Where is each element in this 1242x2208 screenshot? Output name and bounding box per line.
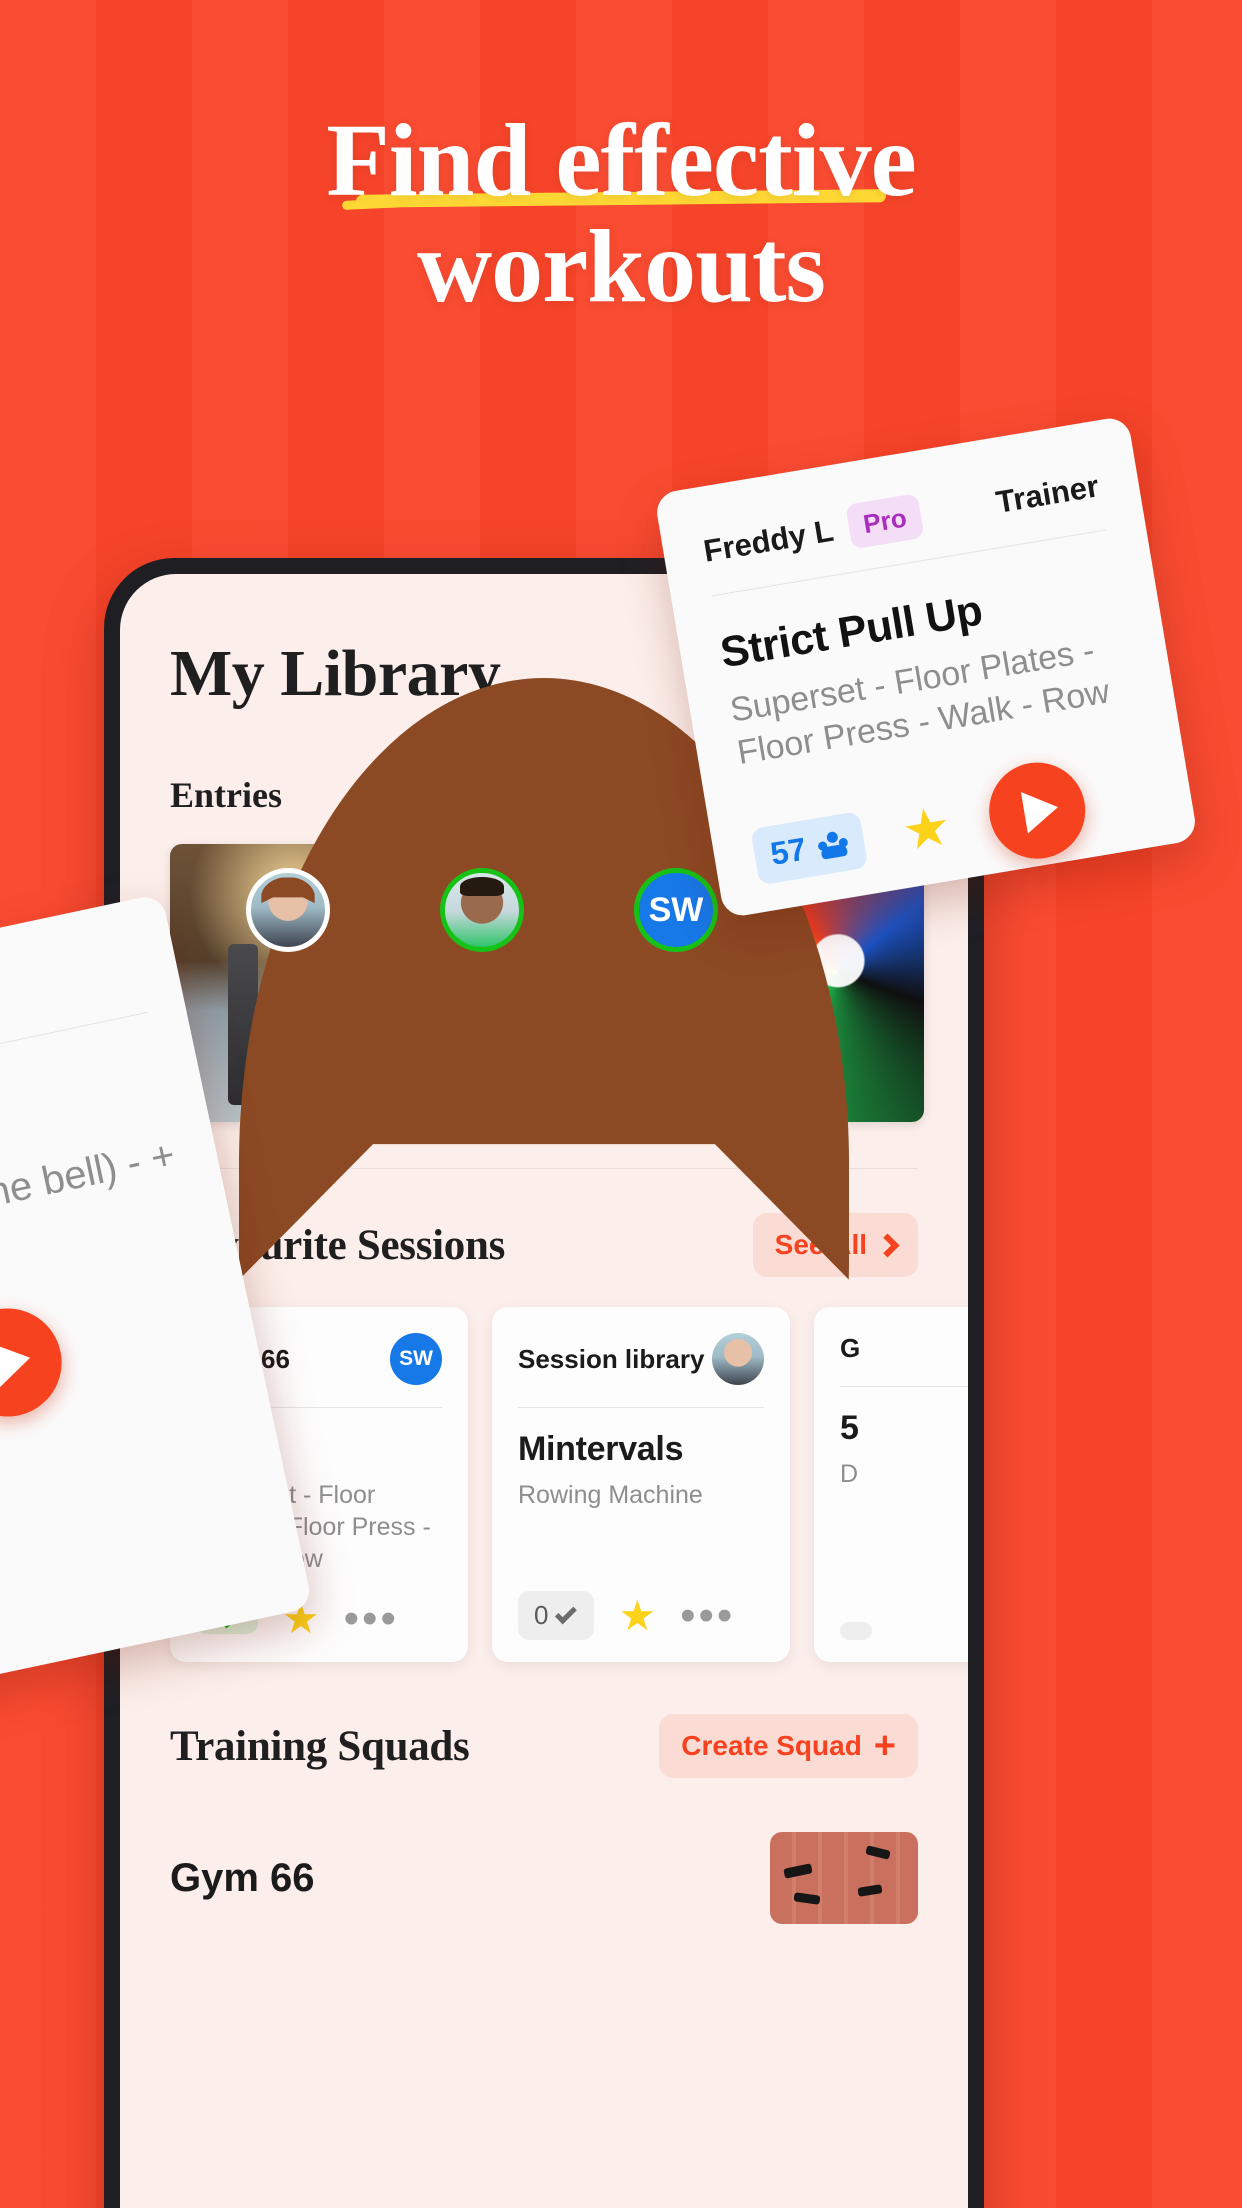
session-card[interactable]: Session library Mintervals Rowing Machin… — [492, 1307, 790, 1662]
participants-count: 57 — [767, 830, 809, 873]
session-owner: Session library — [518, 1343, 705, 1374]
card-divider — [840, 1386, 968, 1387]
hero-headline: Find effective workouts — [0, 107, 1242, 325]
check-icon — [555, 1602, 578, 1625]
poster-canvas: Find effective workouts My Library Entri… — [0, 0, 1242, 2208]
entry-avatar — [440, 868, 524, 952]
session-card[interactable]: G 5 D — [814, 1307, 968, 1662]
hero-headline-text-1: Find effective — [326, 103, 917, 218]
group-people-icon — [816, 829, 850, 860]
session-card-footer: 0 ★ ••• — [518, 1591, 764, 1640]
create-squad-button[interactable]: Create Squad + — [659, 1714, 918, 1778]
more-options-icon[interactable]: ••• — [344, 1597, 399, 1640]
play-icon — [0, 1334, 36, 1390]
floating-workout-card-trainer[interactable]: Freddy L Pro Trainer Strict Pull Up Supe… — [653, 415, 1199, 919]
left-card-owner: ym66 — [0, 942, 142, 1060]
session-title: 5 — [840, 1409, 859, 1447]
completed-count: 0 — [534, 1600, 549, 1630]
trainer-role-label: Trainer — [993, 467, 1102, 520]
play-workout-button[interactable] — [981, 755, 1093, 866]
left-card-footer: ★ — [0, 1266, 224, 1445]
session-owner: G — [840, 1333, 861, 1363]
plus-icon: + — [873, 1724, 896, 1767]
play-icon — [1020, 786, 1062, 834]
session-card-footer — [840, 1622, 968, 1640]
session-description: Rowing Machine — [518, 1481, 703, 1509]
completed-chip[interactable] — [840, 1622, 872, 1640]
squad-thumbnail — [770, 1832, 918, 1924]
favourite-star-icon[interactable]: ★ — [618, 1594, 656, 1637]
play-workout-button[interactable] — [0, 1298, 73, 1427]
squad-list-item[interactable]: Gym 66 — [170, 1832, 918, 1924]
pro-badge: Pro — [845, 493, 925, 550]
trainer-card-header: Freddy L Pro Trainer — [700, 463, 1102, 573]
session-owner-avatar — [712, 1333, 764, 1385]
participants-chip[interactable]: 57 — [750, 811, 868, 886]
entry-avatar-initials: SW — [634, 868, 718, 952]
training-squads-title: Training Squads — [170, 1722, 470, 1770]
card-divider — [518, 1407, 764, 1408]
session-title: Mintervals — [518, 1430, 684, 1468]
session-owner-avatar-initials: SW — [390, 1333, 442, 1385]
hero-headline-line-1: Find effective — [0, 107, 1242, 214]
create-squad-label: Create Squad — [681, 1730, 862, 1761]
hero-headline-line-2: workouts — [416, 209, 826, 325]
session-card-header: G — [840, 1333, 968, 1364]
favourite-star-icon[interactable]: ★ — [898, 795, 956, 862]
completed-chip[interactable]: 0 — [518, 1591, 595, 1640]
more-options-icon[interactable]: ••• — [680, 1594, 735, 1637]
squad-name: Gym 66 — [170, 1855, 315, 1900]
session-description: D — [840, 1460, 859, 1488]
entry-avatar — [246, 868, 330, 952]
trainer-name: Freddy L — [700, 512, 836, 569]
session-card-header: Session library — [518, 1333, 764, 1385]
chevron-right-icon — [875, 1232, 900, 1258]
training-squads-header: Training Squads Create Squad + — [170, 1714, 918, 1778]
